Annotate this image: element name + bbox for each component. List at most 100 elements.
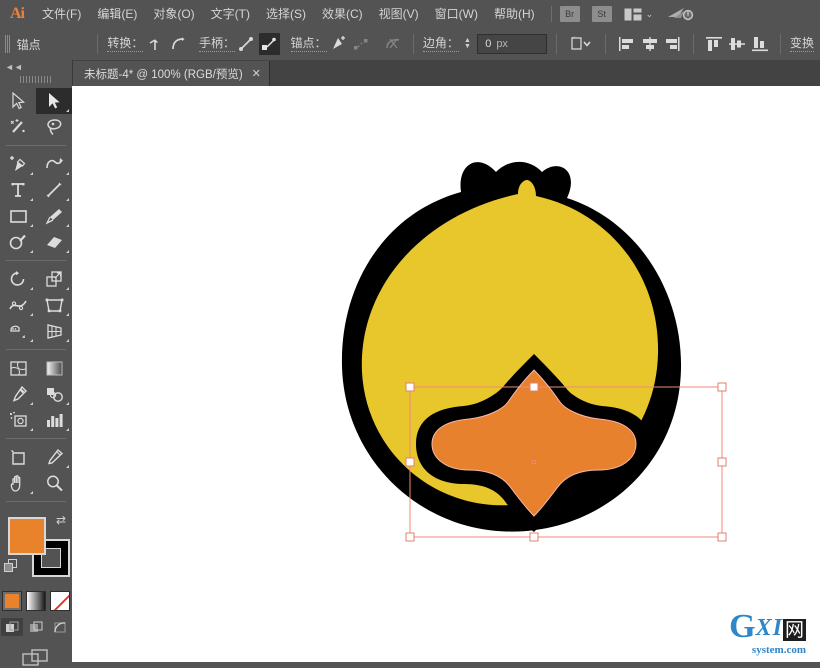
menu-object[interactable]: 对象(O) [145, 0, 202, 28]
tool-mesh[interactable] [0, 355, 36, 381]
tool-paintbrush[interactable] [36, 203, 72, 229]
tool-direct-selection[interactable] [0, 88, 36, 114]
corner-stepper[interactable]: ▲ ▼ [462, 38, 473, 50]
control-divider-1 [97, 34, 98, 54]
tool-rotate[interactable] [0, 266, 36, 292]
tool-shape-builder[interactable] [0, 318, 36, 344]
selection-handle-tl[interactable] [406, 383, 414, 391]
draw-inside[interactable] [49, 618, 71, 636]
menu-window[interactable]: 窗口(W) [427, 0, 486, 28]
tool-slice[interactable] [36, 444, 72, 470]
convert-to-corner-icon[interactable] [144, 33, 165, 55]
collapse-panel-icon[interactable]: ◄◄ [0, 60, 72, 74]
artboard-icon [9, 449, 28, 466]
watermark-net: 网 [783, 619, 806, 641]
tool-selection[interactable] [36, 88, 72, 114]
tool-lasso[interactable] [36, 114, 72, 140]
remove-anchor-icon[interactable] [328, 33, 349, 55]
menu-help[interactable]: 帮助(H) [486, 0, 543, 28]
menu-edit[interactable]: 编辑(E) [89, 0, 145, 28]
align-horizontal-center-icon[interactable] [639, 33, 660, 55]
selection-handle-ml[interactable] [406, 458, 414, 466]
selection-handle-bc[interactable] [530, 533, 538, 541]
tool-zoom[interactable] [36, 470, 72, 496]
draw-behind[interactable] [25, 618, 47, 636]
tool-pen[interactable] [0, 151, 36, 177]
selection-handle-bl[interactable] [406, 533, 414, 541]
close-icon[interactable]: ✕ [252, 67, 261, 80]
fill-mode-color[interactable] [2, 591, 22, 611]
tool-rectangle[interactable] [0, 203, 36, 229]
tool-flyout-indicator [30, 339, 33, 342]
tool-shaper[interactable] [0, 229, 36, 255]
screen-mode-toggle[interactable] [0, 648, 72, 668]
creative-cloud-icon[interactable] [667, 6, 695, 22]
default-fill-stroke-icon[interactable] [4, 559, 19, 574]
transform-shape-icon[interactable] [567, 33, 595, 55]
tool-eraser[interactable] [36, 229, 72, 255]
document-canvas[interactable]: G XI 网 system.com [72, 86, 820, 662]
tool-flyout-indicator [66, 172, 69, 175]
corner-radius-unit: px [491, 38, 508, 50]
tool-flyout-indicator [66, 287, 69, 290]
menubar-divider [551, 6, 552, 22]
tool-flyout-indicator [30, 224, 33, 227]
tool-type[interactable] [0, 177, 36, 203]
illustrator-window: Ai 文件(F) 编辑(E) 对象(O) 文字(T) 选择(S) 效果(C) 视… [0, 0, 820, 662]
menu-type[interactable]: 文字(T) [203, 0, 258, 28]
selection-handle-tc[interactable] [530, 383, 538, 391]
tool-hand[interactable] [0, 470, 36, 496]
align-left-icon[interactable] [616, 33, 637, 55]
fill-mode-gradient[interactable] [26, 591, 46, 611]
slice-knife-icon [45, 448, 64, 466]
menu-file[interactable]: 文件(F) [34, 0, 89, 28]
document-tab[interactable]: 未标题-4* @ 100% (RGB/预览) ✕ [72, 61, 270, 86]
align-top-icon[interactable] [704, 33, 725, 55]
tool-artboard[interactable] [0, 444, 36, 470]
workspace-layout-icon [624, 8, 642, 21]
duck-head-illustration[interactable] [72, 86, 820, 662]
transform-button[interactable]: 变换 [790, 37, 814, 52]
align-vertical-center-icon[interactable] [726, 33, 747, 55]
zoom-magnifier-icon [45, 474, 64, 493]
tool-perspective-grid[interactable] [36, 318, 72, 344]
swap-fill-stroke-icon[interactable]: ⇄ [56, 513, 66, 527]
workspace-switcher[interactable]: ⌄ [624, 8, 654, 21]
draw-normal[interactable] [1, 618, 23, 636]
selection-handle-tr[interactable] [718, 383, 726, 391]
tool-column-graph[interactable] [36, 407, 72, 433]
tool-gradient[interactable] [36, 355, 72, 381]
cut-path-icon[interactable] [382, 33, 403, 55]
convert-to-smooth-icon[interactable] [167, 33, 188, 55]
tool-line-segment[interactable] [36, 177, 72, 203]
tool-blend[interactable] [36, 381, 72, 407]
align-bottom-icon[interactable] [749, 33, 770, 55]
show-handles-icon[interactable] [236, 33, 257, 55]
corner-radius-input[interactable]: 0 px [477, 34, 547, 54]
tool-free-transform[interactable] [36, 292, 72, 318]
connect-anchor-icon[interactable] [350, 33, 371, 55]
menu-view[interactable]: 视图(V) [371, 0, 427, 28]
tool-eyedropper[interactable] [0, 381, 36, 407]
fill-swatch[interactable] [8, 517, 46, 555]
menu-bar: Ai 文件(F) 编辑(E) 对象(O) 文字(T) 选择(S) 效果(C) 视… [0, 0, 820, 29]
tools-divider-3 [6, 349, 66, 350]
bridge-button[interactable]: Br [560, 6, 580, 22]
tool-width[interactable] [0, 292, 36, 318]
draw-inside-icon [53, 621, 67, 634]
align-right-icon[interactable] [662, 33, 683, 55]
tool-symbol-sprayer[interactable] [0, 407, 36, 433]
tool-magic-wand[interactable] [0, 114, 36, 140]
control-bar-grip[interactable] [5, 35, 11, 53]
menu-effect[interactable]: 效果(C) [314, 0, 371, 28]
perspective-grid-icon [45, 323, 64, 340]
selection-handle-br[interactable] [718, 533, 726, 541]
stock-button[interactable]: St [592, 6, 612, 22]
tools-panel-grip[interactable] [20, 74, 52, 84]
menu-select[interactable]: 选择(S) [258, 0, 314, 28]
tool-curvature[interactable] [36, 151, 72, 177]
hide-handles-icon[interactable] [259, 33, 280, 55]
fill-mode-none[interactable] [50, 591, 70, 611]
tool-scale[interactable] [36, 266, 72, 292]
selection-handle-mr[interactable] [718, 458, 726, 466]
